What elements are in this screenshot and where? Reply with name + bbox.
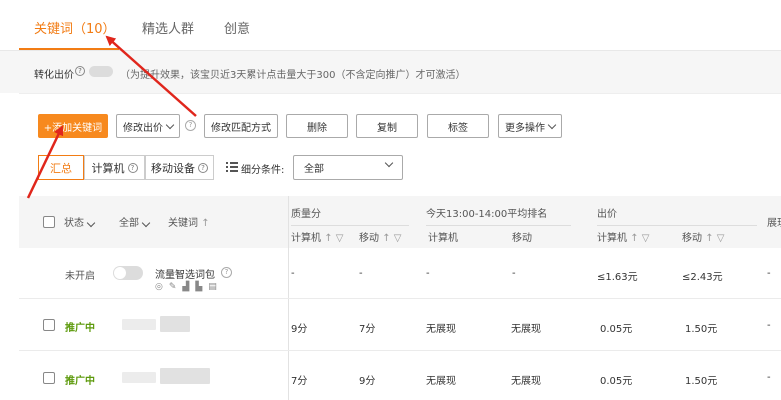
annotation-arrow-to-tab bbox=[105, 35, 197, 117]
annotation-arrow-to-add-button bbox=[26, 125, 64, 199]
annotation-arrows bbox=[26, 35, 197, 199]
